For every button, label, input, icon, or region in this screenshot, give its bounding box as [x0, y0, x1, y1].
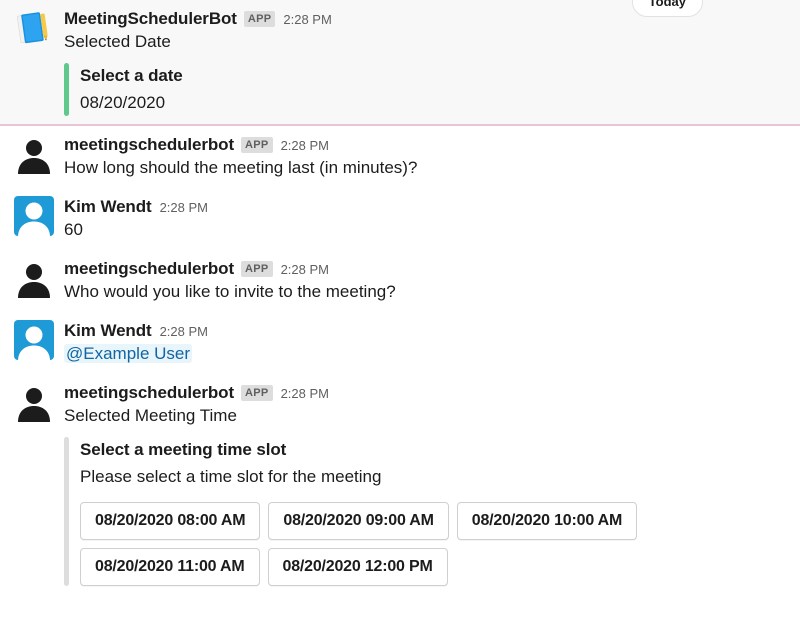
user-mention[interactable]: @Example User	[64, 344, 193, 363]
message-ask-invitees[interactable]: meetingschedulerbot APP 2:28 PM Who woul…	[0, 250, 800, 312]
message-sender[interactable]: meetingschedulerbot	[64, 259, 234, 279]
message-header: meetingschedulerbot APP 2:28 PM	[64, 135, 780, 155]
message-timestamp[interactable]: 2:28 PM	[281, 261, 329, 278]
attachment-title: Select a meeting time slot	[80, 440, 287, 459]
message-text: Selected Date	[64, 32, 171, 51]
app-badge: APP	[241, 385, 273, 401]
message-list: MeetingSchedulerBot APP 2:28 PM Selected…	[0, 0, 800, 594]
message-text: @Example User	[64, 342, 780, 366]
message-sender[interactable]: meetingschedulerbot	[64, 135, 234, 155]
message-header: meetingschedulerbot APP 2:28 PM	[64, 259, 780, 279]
message-sender[interactable]: MeetingSchedulerBot	[64, 9, 237, 29]
message-selected-meeting-time[interactable]: meetingschedulerbot APP 2:28 PM Selected…	[0, 374, 800, 594]
bot-silhouette-avatar[interactable]	[14, 134, 54, 174]
message-body: MeetingSchedulerBot APP 2:28 PM Selected…	[64, 8, 780, 116]
message-body: Kim Wendt 2:28 PM @Example User	[64, 320, 780, 366]
time-slot-button[interactable]: 08/20/2020 08:00 AM	[80, 502, 261, 540]
attachment-subtitle: Please select a time slot for the meetin…	[80, 467, 382, 486]
attachment-accent-bar	[64, 437, 69, 586]
attachment-title: Select a date	[80, 66, 183, 85]
message-header: meetingschedulerbot APP 2:28 PM	[64, 383, 780, 403]
app-badge: APP	[243, 11, 276, 27]
time-slot-button[interactable]: 08/20/2020 10:00 AM	[456, 502, 638, 540]
message-timestamp[interactable]: 2:28 PM	[283, 11, 331, 28]
time-slot-button[interactable]: 08/20/2020 11:00 AM	[80, 548, 260, 586]
app-badge: APP	[241, 137, 273, 153]
notebook-emoji-avatar[interactable]	[14, 8, 54, 48]
message-reply-invitees[interactable]: Kim Wendt 2:28 PM @Example User	[0, 312, 800, 374]
attachment-subtitle: 08/20/2020	[80, 93, 166, 112]
message-body: meetingschedulerbot APP 2:28 PM How long…	[64, 134, 780, 180]
message-header: Kim Wendt 2:28 PM	[64, 197, 780, 217]
message-body: meetingschedulerbot APP 2:28 PM Who woul…	[64, 258, 780, 304]
message-text: Who would you like to invite to the meet…	[64, 282, 396, 301]
date-divider-pill[interactable]: Today	[631, 0, 703, 17]
user-silhouette-avatar[interactable]	[14, 320, 54, 360]
user-silhouette-avatar[interactable]	[14, 196, 54, 236]
message-sender[interactable]: Kim Wendt	[64, 321, 152, 341]
bot-silhouette-avatar[interactable]	[14, 258, 54, 298]
time-slot-button-group: 08/20/2020 08:00 AM 08/20/2020 09:00 AM …	[80, 502, 696, 586]
message-body: meetingschedulerbot APP 2:28 PM Selected…	[64, 382, 780, 586]
message-timestamp[interactable]: 2:28 PM	[160, 199, 208, 216]
message-ask-duration[interactable]: meetingschedulerbot APP 2:28 PM How long…	[0, 126, 800, 188]
message-timestamp[interactable]: 2:28 PM	[281, 385, 329, 402]
message-reply-duration[interactable]: Kim Wendt 2:28 PM 60	[0, 188, 800, 250]
message-selected-date[interactable]: MeetingSchedulerBot APP 2:28 PM Selected…	[0, 0, 800, 126]
message-text: Selected Meeting Time	[64, 406, 237, 425]
attachment-select-time-slot: Select a meeting time slot Please select…	[64, 437, 780, 586]
time-slot-button[interactable]: 08/20/2020 09:00 AM	[268, 502, 449, 540]
message-text: 60	[64, 220, 83, 239]
attachment-select-date: Select a date 08/20/2020	[64, 63, 780, 116]
message-sender[interactable]: Kim Wendt	[64, 197, 152, 217]
message-text: How long should the meeting last (in min…	[64, 158, 418, 177]
bot-silhouette-avatar[interactable]	[14, 382, 54, 422]
message-timestamp[interactable]: 2:28 PM	[160, 323, 208, 340]
message-sender[interactable]: meetingschedulerbot	[64, 383, 234, 403]
message-body: Kim Wendt 2:28 PM 60	[64, 196, 780, 242]
message-header: Kim Wendt 2:28 PM	[64, 321, 780, 341]
time-slot-button[interactable]: 08/20/2020 12:00 PM	[267, 548, 448, 586]
message-timestamp[interactable]: 2:28 PM	[281, 137, 329, 154]
attachment-accent-bar	[64, 63, 69, 116]
app-badge: APP	[241, 261, 273, 277]
